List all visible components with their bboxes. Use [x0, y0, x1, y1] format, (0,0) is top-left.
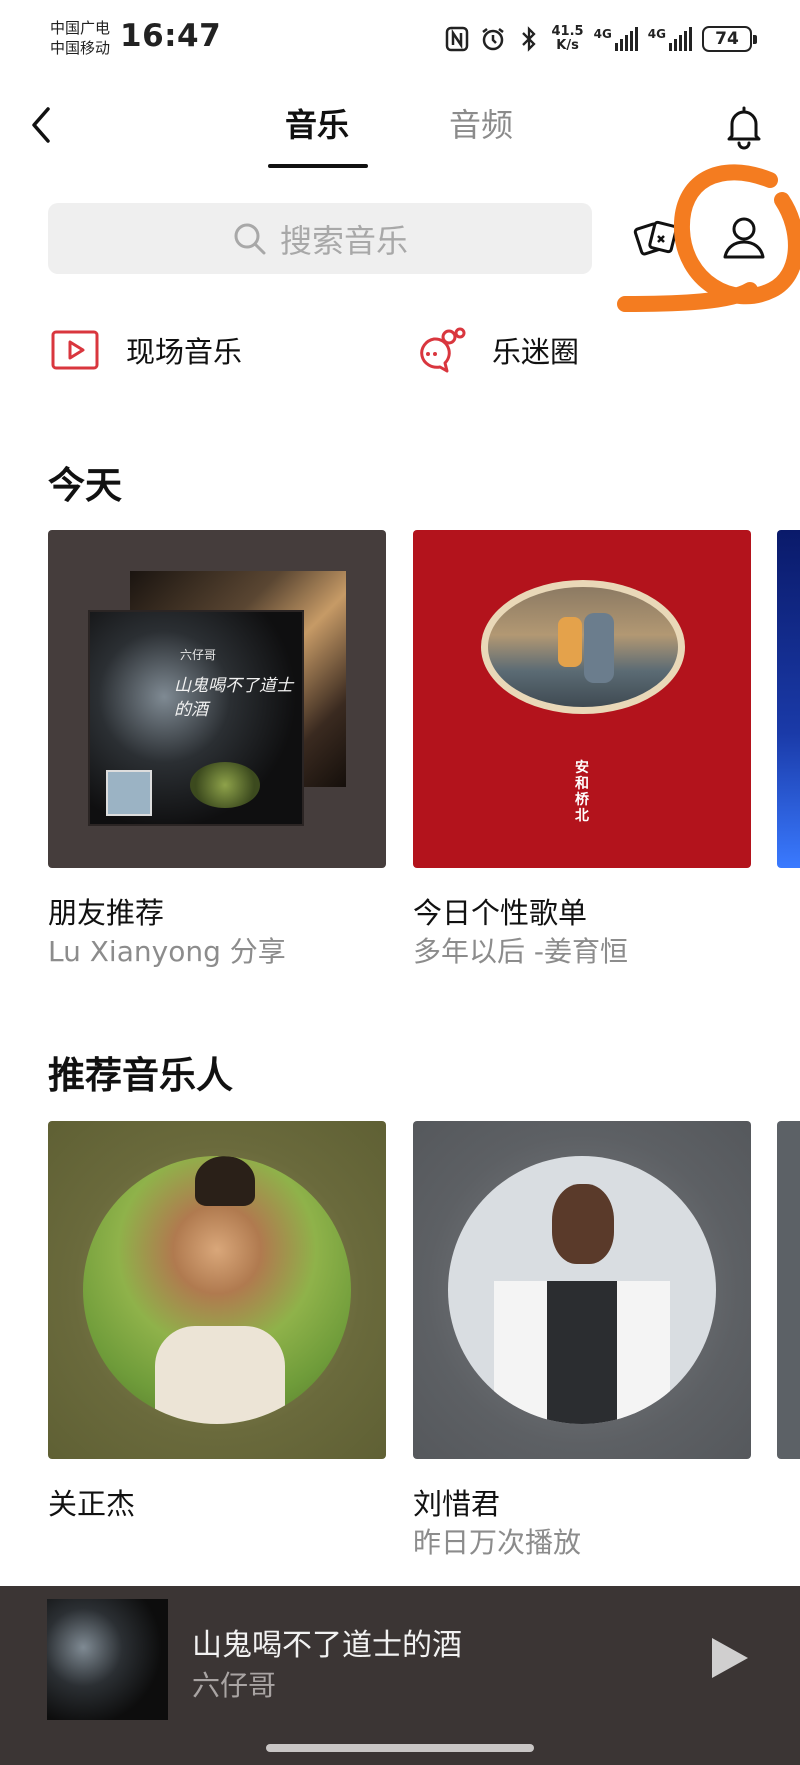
- clock: 16:47: [120, 18, 222, 54]
- artist-card-2[interactable]: 刘惜君 昨日万次播放: [413, 1121, 751, 1559]
- cover-artist-text: 六仔哥: [179, 648, 216, 662]
- speed-unit: K/s: [556, 38, 579, 53]
- friend-recommend-subtitle: Lu Xianyong 分享: [48, 935, 286, 968]
- live-music-entry[interactable]: 现场音乐: [50, 320, 242, 380]
- network-type-1: 4G: [593, 27, 612, 41]
- friend-recommend-title: 朋友推荐: [48, 896, 165, 930]
- daily-playlist-cover: 安和桥北: [413, 530, 751, 868]
- friend-recommend-cover: 六仔哥 山鬼喝不了道士的酒: [48, 530, 386, 868]
- battery-indicator: 74: [702, 26, 757, 52]
- artist-3-cover: [777, 1121, 800, 1459]
- active-tab-indicator: [268, 164, 368, 168]
- carrier-1: 中国广电: [50, 19, 111, 37]
- shuffle-recognize-icon[interactable]: [632, 214, 680, 262]
- orange-annotation-circle: [617, 164, 800, 312]
- hot-playlist-cover: [777, 530, 800, 868]
- tab-audio[interactable]: 音频: [449, 100, 513, 146]
- network-type-2: 4G: [647, 27, 666, 41]
- hot-playlist-card[interactable]: 热: [777, 530, 800, 868]
- chat-bubble-icon: [420, 327, 466, 373]
- fan-circle-entry[interactable]: 乐迷圈: [414, 320, 579, 380]
- notification-bell-icon[interactable]: [720, 102, 768, 150]
- alarm-icon: [480, 26, 506, 52]
- back-button[interactable]: [22, 100, 62, 150]
- mini-player[interactable]: 山鬼喝不了道士的酒 六仔哥: [0, 1586, 800, 1730]
- carrier-2: 中国移动: [50, 39, 111, 57]
- bluetooth-icon: [516, 26, 542, 52]
- user-profile-icon[interactable]: [718, 212, 770, 264]
- playlist-cover-text: 安和桥北: [575, 760, 589, 824]
- artist-2-name: 刘惜君: [413, 1487, 501, 1521]
- live-video-icon: [51, 330, 99, 370]
- recommended-artists-title: 推荐音乐人: [48, 1054, 233, 1097]
- friend-recommend-card[interactable]: 六仔哥 山鬼喝不了道士的酒 朋友推荐 Lu Xianyong 分享: [48, 530, 386, 968]
- cover-album-text: 山鬼喝不了道士的酒: [174, 676, 293, 720]
- fan-circle-label: 乐迷圈: [492, 335, 580, 369]
- speed-value: 41.5: [551, 24, 584, 39]
- artist-2-cover: [413, 1121, 751, 1459]
- nfc-icon: [444, 26, 470, 52]
- carrier-names: 中国广电 中国移动: [50, 18, 110, 58]
- status-icons: 41.5 K/s 4G 4G 74: [444, 22, 757, 56]
- music-home-screen: 中国广电 中国移动 16:47 41.5 K/s 4G 4G 74 音乐 音频 …: [0, 0, 800, 1765]
- now-playing-title: 山鬼喝不了道士的酒: [192, 1628, 462, 1663]
- today-section-title: 今天: [48, 464, 122, 507]
- search-input[interactable]: 搜索音乐: [48, 203, 592, 274]
- system-nav-bar: [0, 1730, 800, 1765]
- tab-music[interactable]: 音乐: [285, 100, 349, 146]
- network-speed: 41.5 K/s: [552, 25, 584, 53]
- daily-playlist-title: 今日个性歌单: [413, 896, 588, 930]
- artist-card-1[interactable]: 关正杰: [48, 1121, 386, 1521]
- artist-2-subtitle: 昨日万次播放: [413, 1526, 582, 1559]
- play-button[interactable]: [700, 1630, 756, 1686]
- chevron-left-icon: [32, 107, 50, 143]
- artist-1-cover: [48, 1121, 386, 1459]
- signal-2-icon: 4G: [648, 27, 692, 51]
- status-bar: 中国广电 中国移动 16:47 41.5 K/s 4G 4G 74: [0, 0, 800, 80]
- search-icon: [234, 223, 266, 254]
- artist-1-name: 关正杰: [48, 1487, 136, 1521]
- artist-card-3[interactable]: 王: [777, 1121, 800, 1459]
- mini-player-cover: [47, 1599, 168, 1720]
- signal-1-icon: 4G: [594, 27, 638, 51]
- now-playing-artist: 六仔哥: [192, 1669, 277, 1702]
- play-icon: [712, 1638, 748, 1678]
- home-indicator[interactable]: [266, 1744, 534, 1752]
- live-music-label: 现场音乐: [126, 335, 243, 369]
- search-placeholder: 搜索音乐: [279, 221, 408, 260]
- daily-playlist-subtitle: 多年以后 -姜育恒: [413, 935, 629, 968]
- daily-playlist-card[interactable]: 安和桥北 今日个性歌单 多年以后 -姜育恒: [413, 530, 751, 968]
